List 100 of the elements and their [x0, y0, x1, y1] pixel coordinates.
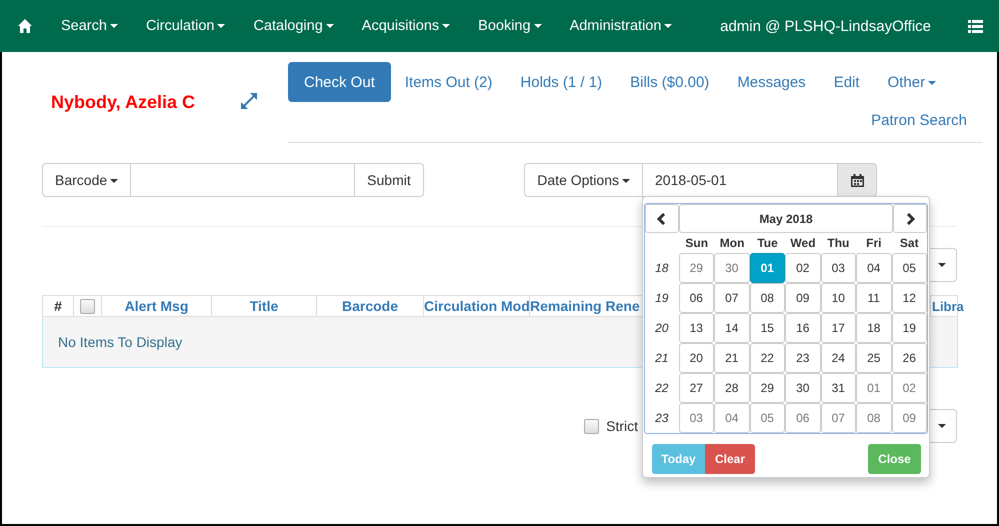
day-cell[interactable]: 15: [750, 313, 785, 343]
day-cell[interactable]: 05: [750, 403, 785, 433]
barcode-dropdown[interactable]: Barcode: [42, 163, 132, 197]
patron-search-link[interactable]: Patron Search: [871, 112, 967, 129]
home-icon[interactable]: [17, 18, 33, 34]
day-cell[interactable]: 04: [714, 403, 750, 433]
day-cell[interactable]: 07: [714, 283, 750, 313]
day-cell[interactable]: 28: [714, 373, 750, 403]
date-input[interactable]: 2018-05-01: [642, 163, 838, 197]
column-header[interactable]: Libra: [932, 298, 964, 314]
user-location[interactable]: admin @ PLSHQ-LindsayOffice: [720, 18, 931, 34]
caret-icon: [217, 24, 226, 28]
calendar-button[interactable]: [837, 163, 877, 197]
weekday-label: Thu: [826, 236, 850, 250]
day-cell[interactable]: 31: [820, 373, 856, 403]
barcode-input[interactable]: [130, 163, 356, 197]
caret-icon: [110, 179, 118, 184]
nav-menu[interactable]: Booking: [464, 0, 556, 52]
day-cell[interactable]: 24: [820, 343, 856, 373]
tab[interactable]: Check Out: [288, 62, 391, 102]
next-month-button[interactable]: [893, 204, 927, 233]
day-cell[interactable]: 30: [785, 373, 820, 403]
caret-icon: [442, 24, 450, 28]
clear-button[interactable]: Clear: [705, 444, 755, 474]
day-cell[interactable]: 11: [856, 283, 892, 313]
day-cell[interactable]: 21: [714, 343, 750, 373]
empty-message: No Items To Display: [58, 334, 182, 350]
nav-menu[interactable]: Circulation: [132, 0, 240, 52]
day-cell[interactable]: 01: [856, 373, 892, 403]
previous-month-button[interactable]: [645, 204, 679, 233]
day-cell[interactable]: 25: [856, 343, 892, 373]
tab[interactable]: Holds (1 / 1): [506, 62, 616, 102]
day-cell[interactable]: 12: [892, 283, 927, 313]
day-cell[interactable]: 23: [785, 343, 820, 373]
week-number: 20: [654, 320, 670, 337]
caret-icon: [326, 24, 334, 28]
day-cell[interactable]: 02: [785, 253, 820, 283]
day-cell[interactable]: 20: [678, 343, 714, 373]
week-number: 18: [654, 260, 670, 277]
day-cell[interactable]: 06: [785, 403, 820, 433]
day-cell[interactable]: 22: [750, 343, 785, 373]
chevron-left-icon: [657, 212, 667, 224]
column-header[interactable]: #: [54, 298, 62, 314]
day-cell[interactable]: 19: [892, 313, 927, 343]
day-cell[interactable]: 04: [856, 253, 892, 283]
tab[interactable]: Items Out (2): [390, 62, 506, 102]
day-cell[interactable]: 30: [714, 253, 750, 283]
day-cell[interactable]: 09: [785, 283, 820, 313]
month-title-button[interactable]: May 2018: [679, 204, 893, 233]
patron-name: Nybody, Azelia C: [51, 92, 196, 113]
tab[interactable]: Bills ($0.00): [616, 62, 724, 102]
tab[interactable]: Edit: [820, 62, 874, 102]
nav-menu[interactable]: Administration: [556, 0, 686, 52]
day-cell[interactable]: 18: [856, 313, 892, 343]
week-number: 22: [654, 380, 670, 397]
caret-icon: [622, 179, 630, 184]
strict-label: Strict: [606, 418, 638, 434]
calendar-icon: [850, 174, 864, 186]
day-cell[interactable]: 08: [856, 403, 892, 433]
day-cell[interactable]: 05: [892, 253, 927, 283]
day-cell[interactable]: 09: [892, 403, 927, 433]
caret-icon: [110, 24, 118, 28]
expand-icon[interactable]: [239, 90, 260, 110]
menu-icon[interactable]: [968, 20, 983, 32]
caret-icon: [534, 24, 542, 28]
day-cell[interactable]: 26: [892, 343, 927, 373]
chevron-right-icon: [905, 212, 915, 224]
day-cell[interactable]: 08: [750, 283, 785, 313]
date-options-dropdown[interactable]: Date Options: [524, 163, 643, 197]
weekday-label: Fri: [865, 236, 882, 250]
week-number: 21: [654, 350, 670, 367]
weekday-label: Tue: [756, 236, 779, 250]
weekday-label: Sun: [684, 236, 710, 250]
day-cell[interactable]: 14: [714, 313, 750, 343]
day-cell[interactable]: 29: [678, 253, 714, 283]
tab[interactable]: Messages: [723, 62, 820, 102]
strict-checkbox[interactable]: [584, 418, 600, 434]
day-cell[interactable]: 27: [678, 373, 714, 403]
nav-menu[interactable]: Acquisitions: [348, 0, 464, 52]
caret-icon: [664, 24, 672, 28]
day-cell[interactable]: 13: [678, 313, 714, 343]
submit-button[interactable]: Submit: [354, 163, 424, 197]
tab[interactable]: Other: [874, 62, 950, 102]
day-cell[interactable]: 07: [820, 403, 856, 433]
caret-icon: [938, 263, 946, 267]
day-cell[interactable]: 03: [678, 403, 714, 433]
day-cell[interactable]: 29: [750, 373, 785, 403]
weekday-label: Mon: [718, 236, 746, 250]
select-all-checkbox[interactable]: [80, 299, 95, 314]
day-cell[interactable]: 10: [820, 283, 856, 313]
nav-menu[interactable]: Cataloging: [239, 0, 348, 52]
day-cell[interactable]: 02: [892, 373, 927, 403]
day-cell[interactable]: 06: [678, 283, 714, 313]
caret-icon: [928, 80, 936, 85]
day-cell[interactable]: 03: [820, 253, 856, 283]
caret-icon: [938, 424, 946, 428]
nav-menu[interactable]: Search: [47, 0, 132, 52]
day-cell[interactable]: 17: [820, 313, 856, 343]
weekday-label: Wed: [789, 236, 817, 250]
day-cell[interactable]: 16: [785, 313, 820, 343]
